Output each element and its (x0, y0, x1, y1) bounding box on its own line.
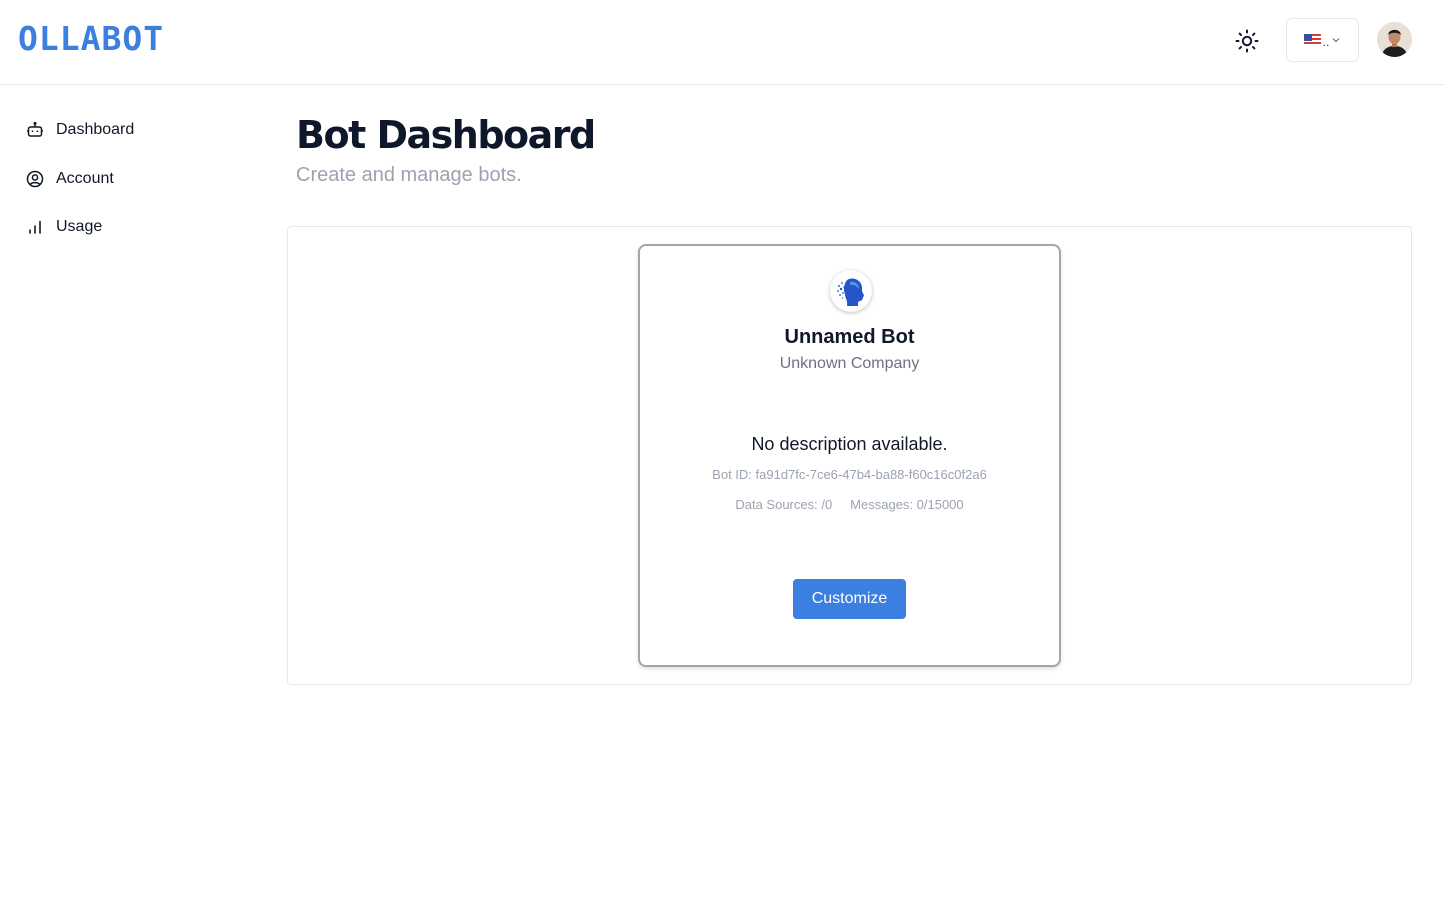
bot-company: Unknown Company (779, 355, 920, 372)
bot-avatar-icon (830, 270, 872, 312)
sidebar-item-usage[interactable]: Usage (24, 213, 102, 241)
sidebar-item-label: Account (56, 170, 114, 187)
sidebar-item-label: Usage (56, 218, 103, 235)
bot-id: Bot ID: fa91d7fc-7ce6-47b4-ba88-f60c16c0… (712, 467, 987, 482)
user-avatar[interactable] (1377, 22, 1412, 57)
page-subtitle: Create and manage bots. (296, 164, 522, 186)
logo[interactable]: OLLABOT (18, 20, 164, 58)
bot-card: Unnamed Bot Unknown Company No descripti… (638, 244, 1061, 667)
language-label: .. (1322, 35, 1330, 49)
bot-description: No description available. (751, 434, 948, 454)
bot-name: Unnamed Bot (784, 326, 915, 348)
bot-stats: Data Sources: /0 Messages: 0/15000 (640, 497, 1059, 512)
data-sources-count: Data Sources: /0 (735, 497, 833, 512)
sidebar-item-account[interactable]: Account (24, 165, 114, 193)
top-bar: OLLABOT .. (0, 0, 1444, 85)
sidebar-item-dashboard[interactable]: Dashboard (24, 116, 134, 144)
bar-chart-icon (24, 216, 46, 238)
page-title: Bot Dashboard (296, 113, 596, 157)
us-flag-icon (1303, 34, 1321, 46)
sidebar-item-label: Dashboard (56, 121, 135, 138)
avatar-image (1377, 22, 1412, 57)
user-circle-icon (24, 168, 46, 190)
language-select[interactable]: .. (1286, 18, 1359, 62)
messages-count: Messages: 0/15000 (850, 497, 964, 512)
bot-icon (24, 119, 46, 141)
chevron-down-icon (1332, 38, 1340, 43)
customize-button[interactable]: Customize (793, 579, 906, 619)
theme-toggle-button[interactable] (1232, 26, 1262, 56)
sun-icon (1235, 29, 1259, 53)
